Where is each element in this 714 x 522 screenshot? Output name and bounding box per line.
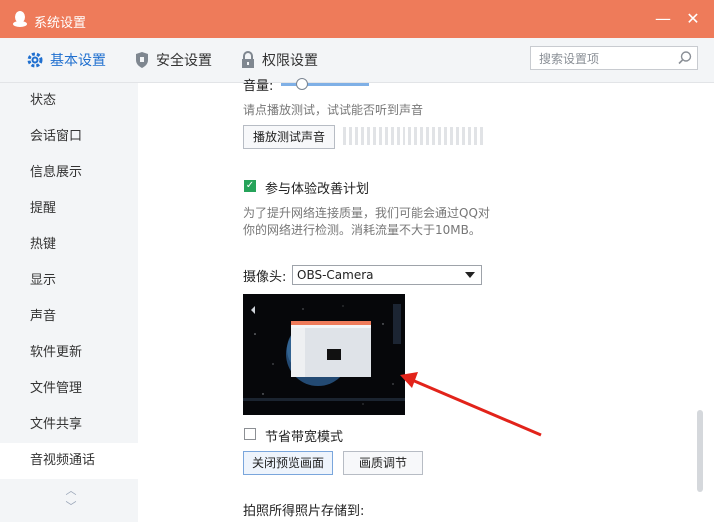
- settings-window: 系统设置 — ✕ 基本设置 安全设置 权限设置 搜索设置项 状态 会话窗口 信息…: [0, 0, 714, 522]
- annotation-arrow-icon: [400, 372, 542, 437]
